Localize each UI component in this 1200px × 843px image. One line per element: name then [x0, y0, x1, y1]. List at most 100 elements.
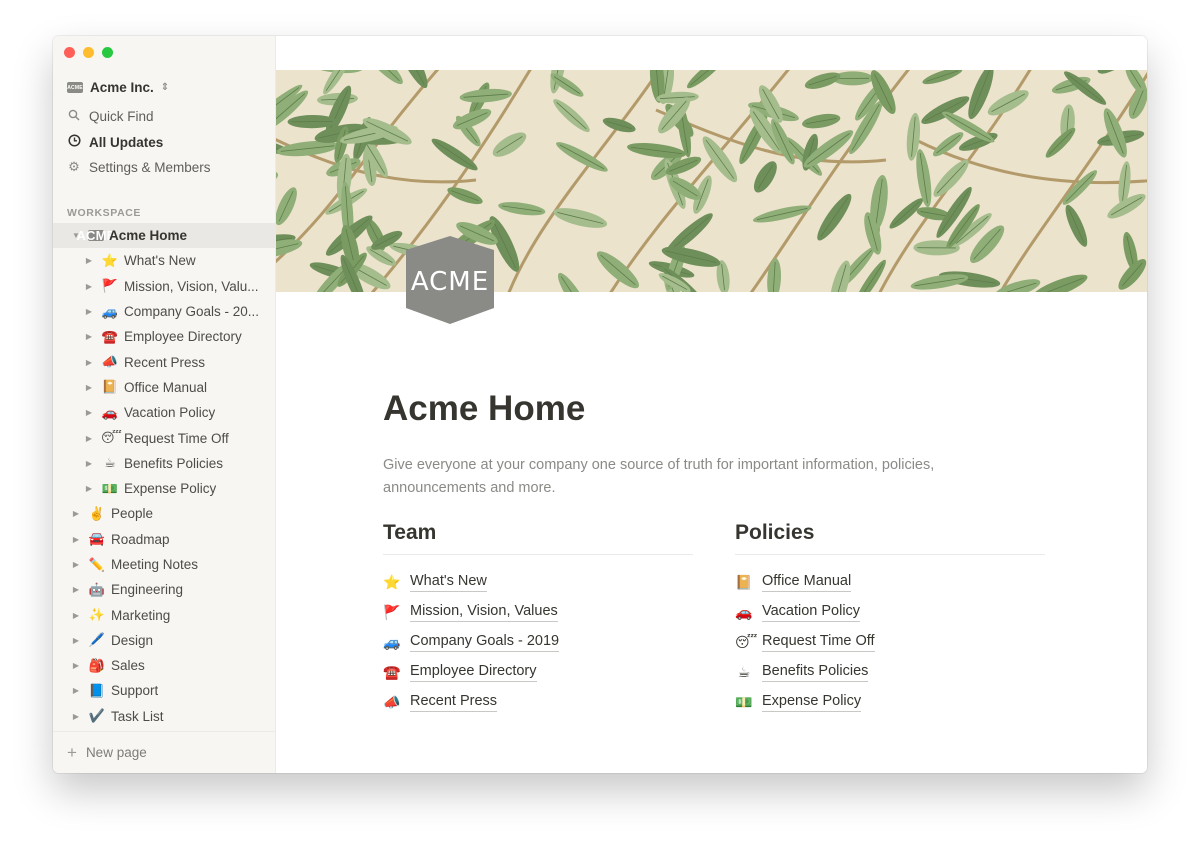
sidebar-page-label: Office Manual — [124, 379, 208, 395]
page-icon[interactable]: ACME — [390, 236, 510, 328]
policies-link-item[interactable]: ☕ Benefits Policies — [735, 657, 1045, 687]
caret-right-icon[interactable]: ▶ — [83, 332, 95, 341]
sidebar-page-item[interactable]: ▶ 🚙 Company Goals - 20... — [53, 299, 276, 324]
sidebar-page-item[interactable]: ▶ 🚘 Roadmap — [53, 527, 276, 552]
team-link-item[interactable]: 🚩 Mission, Vision, Values — [383, 597, 693, 627]
sidebar-page-item[interactable]: ▶ 🖊️ Design — [53, 628, 276, 653]
policies-link-item[interactable]: 💵 Expense Policy — [735, 687, 1045, 717]
page-emoji-icon: 🎒 — [88, 657, 106, 673]
sidebar-page-item[interactable]: ▶ 🚗 Vacation Policy — [53, 400, 276, 425]
sidebar-page-item[interactable]: ▶ ✔️ Task List — [53, 704, 276, 729]
caret-right-icon[interactable]: ▶ — [83, 484, 95, 493]
caret-right-icon[interactable]: ▶ — [70, 560, 82, 569]
link-emoji-icon: 📣 — [383, 693, 401, 710]
page-link[interactable]: Vacation Policy — [762, 603, 861, 622]
workspace-switcher[interactable]: ACME Acme Inc. ⇕ — [67, 80, 169, 95]
team-link-item[interactable]: 🚙 Company Goals - 2019 — [383, 627, 693, 657]
caret-right-icon[interactable]: ▶ — [70, 686, 82, 695]
team-column: Team ⭐ What's New 🚩 Mission, Vision, Values… — [383, 521, 693, 717]
caret-right-icon[interactable]: ▶ — [83, 408, 95, 417]
caret-right-icon[interactable]: ▶ — [70, 712, 82, 721]
plus-icon: + — [67, 743, 77, 762]
sidebar-page-label: What's New — [124, 253, 196, 269]
caret-right-icon[interactable]: ▶ — [83, 434, 95, 443]
team-heading[interactable]: Team — [383, 521, 693, 555]
sidebar-page-label: Sales — [111, 658, 145, 674]
settings-members-button[interactable]: ⚙ Settings & Members — [67, 159, 210, 175]
sidebar-page-item[interactable]: ▼ ACME Acme Home — [53, 223, 276, 249]
sidebar-page-label: People — [111, 506, 154, 522]
sidebar-page-item[interactable]: ▶ ✨ Marketing — [53, 602, 276, 627]
sidebar-page-item[interactable]: ▶ 💵 Expense Policy — [53, 476, 276, 501]
close-window-button[interactable] — [64, 47, 75, 58]
policies-link-item[interactable]: 😴 Request Time Off — [735, 627, 1045, 657]
link-emoji-icon: 😴 — [735, 633, 758, 650]
caret-right-icon[interactable]: ▶ — [83, 383, 95, 392]
caret-right-icon[interactable]: ▶ — [70, 535, 82, 544]
link-emoji-icon: 📔 — [735, 573, 753, 590]
minimize-window-button[interactable] — [83, 47, 94, 58]
sidebar-page-item[interactable]: ▶ ✏️ Meeting Notes — [53, 552, 276, 577]
caret-right-icon[interactable]: ▶ — [83, 358, 95, 367]
caret-right-icon[interactable]: ▶ — [70, 585, 82, 594]
sidebar-page-item[interactable]: ▶ ⭐ What's New — [53, 248, 276, 273]
page-emoji-icon: 💵 — [101, 480, 119, 496]
caret-right-icon[interactable]: ▶ — [70, 661, 82, 670]
sidebar-page-label: Benefits Policies — [124, 455, 224, 471]
sidebar-page-item[interactable]: ▶ 🤖 Engineering — [53, 577, 276, 602]
team-link-item[interactable]: 📣 Recent Press — [383, 687, 693, 717]
page-emoji-icon: ✔️ — [88, 708, 106, 724]
all-updates-label: All Updates — [89, 134, 164, 150]
page-emoji-icon: 📔 — [101, 379, 119, 395]
policies-column: Policies 📔 Office Manual 🚗 Vacation Policy 😴… — [735, 521, 1045, 717]
link-emoji-icon: 🚩 — [383, 603, 401, 620]
link-emoji-icon: ☎️ — [383, 663, 401, 680]
caret-right-icon[interactable]: ▶ — [83, 256, 95, 265]
team-link-item[interactable]: ⭐ What's New — [383, 567, 693, 597]
sidebar-page-item[interactable]: ▶ 😴 Request Time Off — [53, 425, 276, 450]
page-title[interactable]: Acme Home — [383, 389, 585, 429]
sidebar: ACME Acme Inc. ⇕ Quick Find All Updates … — [53, 36, 276, 773]
acme-logo-icon: ACME — [406, 236, 494, 324]
quick-find-button[interactable]: Quick Find — [67, 109, 154, 124]
page-link[interactable]: Recent Press — [410, 693, 498, 712]
sidebar-page-label: Vacation Policy — [124, 405, 216, 421]
page-link[interactable]: Expense Policy — [762, 693, 862, 712]
page-link[interactable]: Benefits Policies — [762, 663, 869, 682]
sidebar-page-item[interactable]: ▶ ☕ Benefits Policies — [53, 451, 276, 476]
caret-right-icon[interactable]: ▶ — [83, 307, 95, 316]
team-link-item[interactable]: ☎️ Employee Directory — [383, 657, 693, 687]
caret-right-icon[interactable]: ▶ — [83, 459, 95, 468]
policies-heading[interactable]: Policies — [735, 521, 1045, 555]
page-link[interactable]: What's New — [410, 573, 487, 592]
page-link[interactable]: Mission, Vision, Values — [410, 603, 558, 622]
caret-right-icon[interactable]: ▶ — [83, 282, 95, 291]
zoom-window-button[interactable] — [102, 47, 113, 58]
sidebar-page-item[interactable]: ▶ 📘 Support — [53, 678, 276, 703]
policies-link-item[interactable]: 📔 Office Manual — [735, 567, 1045, 597]
sidebar-page-item[interactable]: ▶ 📔 Office Manual — [53, 375, 276, 400]
workspace-section-label: WORKSPACE — [67, 207, 142, 219]
new-page-button[interactable]: + New page — [53, 731, 276, 773]
policies-link-item[interactable]: 🚗 Vacation Policy — [735, 597, 1045, 627]
sidebar-page-item[interactable]: ▶ 📣 Recent Press — [53, 349, 276, 374]
sidebar-page-item[interactable]: ▶ 🚩 Mission, Vision, Valu... — [53, 274, 276, 299]
caret-right-icon[interactable]: ▶ — [70, 636, 82, 645]
page-link[interactable]: Office Manual — [762, 573, 852, 592]
chevron-up-down-icon: ⇕ — [160, 82, 170, 93]
page-link[interactable]: Request Time Off — [762, 633, 875, 652]
sidebar-page-item[interactable]: ▶ ✌️ People — [53, 501, 276, 526]
caret-right-icon[interactable]: ▶ — [70, 509, 82, 518]
page-link[interactable]: Company Goals - 2019 — [410, 633, 560, 652]
page-link[interactable]: Employee Directory — [410, 663, 537, 682]
caret-right-icon[interactable]: ▶ — [70, 611, 82, 620]
sidebar-page-label: Employee Directory — [124, 329, 242, 345]
sidebar-page-label: Support — [111, 683, 159, 699]
page-emoji-icon: ACME — [76, 228, 116, 244]
sidebar-page-item[interactable]: ▶ 🎒 Sales — [53, 653, 276, 678]
page-emoji-icon: 😴 — [101, 430, 122, 446]
link-emoji-icon: ☕ — [737, 663, 751, 680]
page-description[interactable]: Give everyone at your company one source… — [383, 454, 1003, 499]
sidebar-page-item[interactable]: ▶ ☎️ Employee Directory — [53, 324, 276, 349]
all-updates-button[interactable]: All Updates — [67, 134, 163, 150]
